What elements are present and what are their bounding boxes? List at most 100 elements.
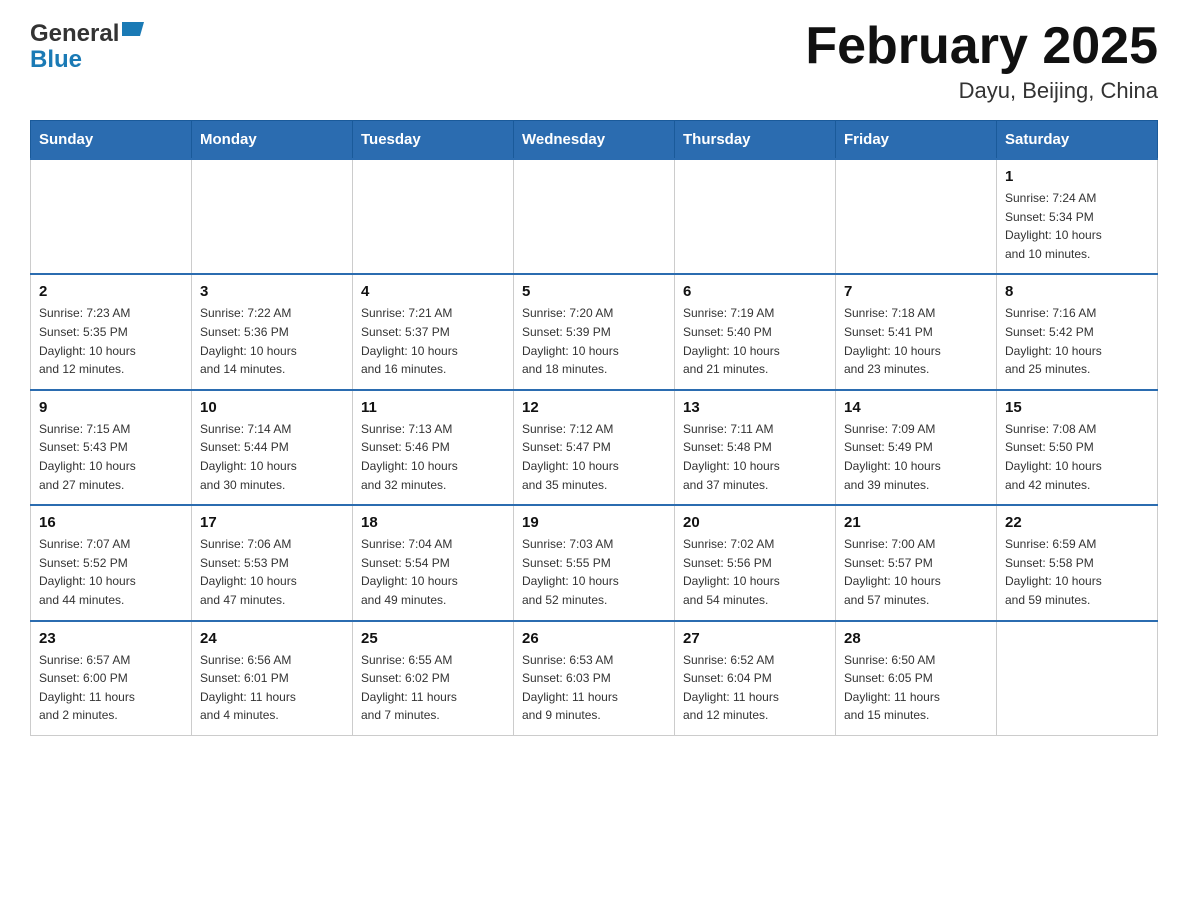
day-number: 13	[683, 399, 827, 416]
day-info: Sunrise: 7:02 AMSunset: 5:56 PMDaylight:…	[683, 535, 827, 609]
day-number: 4	[361, 283, 505, 300]
calendar-cell: 15 Sunrise: 7:08 AMSunset: 5:50 PMDayligh…	[997, 390, 1158, 505]
day-number: 19	[522, 514, 666, 531]
calendar-cell	[514, 159, 675, 274]
day-number: 1	[1005, 168, 1149, 185]
calendar-title: February 2025	[805, 20, 1158, 72]
day-info: Sunrise: 7:07 AMSunset: 5:52 PMDaylight:…	[39, 535, 183, 609]
day-number: 6	[683, 283, 827, 300]
calendar-cell: 6 Sunrise: 7:19 AMSunset: 5:40 PMDaylight…	[675, 274, 836, 389]
day-number: 9	[39, 399, 183, 416]
day-number: 14	[844, 399, 988, 416]
day-info: Sunrise: 7:18 AMSunset: 5:41 PMDaylight:…	[844, 304, 988, 378]
day-number: 10	[200, 399, 344, 416]
day-info: Sunrise: 7:22 AMSunset: 5:36 PMDaylight:…	[200, 304, 344, 378]
day-number: 11	[361, 399, 505, 416]
logo-general-text: General	[30, 20, 119, 48]
calendar-cell: 4Sunrise: 7:21 AMSunset: 5:37 PMDaylight…	[353, 274, 514, 389]
day-info: Sunrise: 7:09 AMSunset: 5:49 PMDaylight:…	[844, 420, 988, 494]
weekday-header-friday: Friday	[836, 121, 997, 160]
calendar-table: SundayMondayTuesdayWednesdayThursdayFrid…	[30, 120, 1158, 736]
calendar-week-2: 2Sunrise: 7:23 AMSunset: 5:35 PMDaylight…	[31, 274, 1158, 389]
day-info: Sunrise: 7:03 AMSunset: 5:55 PMDaylight:…	[522, 535, 666, 609]
weekday-header-saturday: Saturday	[997, 121, 1158, 160]
day-number: 21	[844, 514, 988, 531]
day-number: 12	[522, 399, 666, 416]
day-number: 24	[200, 630, 344, 647]
calendar-week-1: 1 Sunrise: 7:24 AMSunset: 5:34 PMDaylight…	[31, 159, 1158, 274]
calendar-cell: 23 Sunrise: 6:57 AMSunset: 6:00 PMDayligh…	[31, 621, 192, 736]
day-info: Sunrise: 7:04 AMSunset: 5:54 PMDaylight:…	[361, 535, 505, 609]
calendar-cell	[192, 159, 353, 274]
calendar-cell: 11 Sunrise: 7:13 AMSunset: 5:46 PMDayligh…	[353, 390, 514, 505]
calendar-cell	[675, 159, 836, 274]
calendar-cell: 3 Sunrise: 7:22 AMSunset: 5:36 PMDaylight…	[192, 274, 353, 389]
weekday-header-sunday: Sunday	[31, 121, 192, 160]
calendar-cell: 27Sunrise: 6:52 AMSunset: 6:04 PMDayligh…	[675, 621, 836, 736]
calendar-cell: 2Sunrise: 7:23 AMSunset: 5:35 PMDaylight…	[31, 274, 192, 389]
calendar-cell: 24 Sunrise: 6:56 AMSunset: 6:01 PMDayligh…	[192, 621, 353, 736]
logo: General Blue	[30, 20, 144, 74]
calendar-cell: 9 Sunrise: 7:15 AMSunset: 5:43 PMDaylight…	[31, 390, 192, 505]
calendar-cell: 8 Sunrise: 7:16 AMSunset: 5:42 PMDaylight…	[997, 274, 1158, 389]
day-info: Sunrise: 6:50 AMSunset: 6:05 PMDaylight:…	[844, 651, 988, 725]
day-info: Sunrise: 7:16 AMSunset: 5:42 PMDaylight:…	[1005, 304, 1149, 378]
day-number: 7	[844, 283, 988, 300]
logo-flag-icon	[122, 22, 144, 47]
day-info: Sunrise: 6:56 AMSunset: 6:01 PMDaylight:…	[200, 651, 344, 725]
day-number: 23	[39, 630, 183, 647]
calendar-cell: 22 Sunrise: 6:59 AMSunset: 5:58 PMDayligh…	[997, 505, 1158, 620]
day-info: Sunrise: 6:59 AMSunset: 5:58 PMDaylight:…	[1005, 535, 1149, 609]
calendar-cell: 1 Sunrise: 7:24 AMSunset: 5:34 PMDaylight…	[997, 159, 1158, 274]
calendar-body: 1 Sunrise: 7:24 AMSunset: 5:34 PMDaylight…	[31, 159, 1158, 735]
day-number: 15	[1005, 399, 1149, 416]
weekday-header-monday: Monday	[192, 121, 353, 160]
day-info: Sunrise: 7:19 AMSunset: 5:40 PMDaylight:…	[683, 304, 827, 378]
logo-blue-text: Blue	[30, 46, 82, 73]
day-info: Sunrise: 6:53 AMSunset: 6:03 PMDaylight:…	[522, 651, 666, 725]
calendar-cell: 16Sunrise: 7:07 AMSunset: 5:52 PMDayligh…	[31, 505, 192, 620]
calendar-week-4: 16Sunrise: 7:07 AMSunset: 5:52 PMDayligh…	[31, 505, 1158, 620]
calendar-cell: 19 Sunrise: 7:03 AMSunset: 5:55 PMDayligh…	[514, 505, 675, 620]
day-info: Sunrise: 6:52 AMSunset: 6:04 PMDaylight:…	[683, 651, 827, 725]
calendar-cell: 25Sunrise: 6:55 AMSunset: 6:02 PMDayligh…	[353, 621, 514, 736]
calendar-cell: 5Sunrise: 7:20 AMSunset: 5:39 PMDaylight…	[514, 274, 675, 389]
day-number: 2	[39, 283, 183, 300]
day-info: Sunrise: 7:15 AMSunset: 5:43 PMDaylight:…	[39, 420, 183, 494]
day-info: Sunrise: 7:24 AMSunset: 5:34 PMDaylight:…	[1005, 189, 1149, 263]
calendar-cell: 26 Sunrise: 6:53 AMSunset: 6:03 PMDayligh…	[514, 621, 675, 736]
calendar-cell	[836, 159, 997, 274]
day-number: 20	[683, 514, 827, 531]
calendar-cell: 7 Sunrise: 7:18 AMSunset: 5:41 PMDaylight…	[836, 274, 997, 389]
calendar-cell: 13 Sunrise: 7:11 AMSunset: 5:48 PMDayligh…	[675, 390, 836, 505]
day-info: Sunrise: 7:12 AMSunset: 5:47 PMDaylight:…	[522, 420, 666, 494]
day-info: Sunrise: 7:11 AMSunset: 5:48 PMDaylight:…	[683, 420, 827, 494]
calendar-subtitle: Dayu, Beijing, China	[805, 78, 1158, 104]
weekday-header-wednesday: Wednesday	[514, 121, 675, 160]
title-section: February 2025 Dayu, Beijing, China	[805, 20, 1158, 104]
calendar-cell	[353, 159, 514, 274]
day-number: 26	[522, 630, 666, 647]
calendar-cell: 21 Sunrise: 7:00 AMSunset: 5:57 PMDayligh…	[836, 505, 997, 620]
day-number: 8	[1005, 283, 1149, 300]
calendar-cell: 12 Sunrise: 7:12 AMSunset: 5:47 PMDayligh…	[514, 390, 675, 505]
weekday-header-thursday: Thursday	[675, 121, 836, 160]
day-number: 18	[361, 514, 505, 531]
calendar-week-3: 9 Sunrise: 7:15 AMSunset: 5:43 PMDaylight…	[31, 390, 1158, 505]
day-info: Sunrise: 6:55 AMSunset: 6:02 PMDaylight:…	[361, 651, 505, 725]
day-number: 5	[522, 283, 666, 300]
day-info: Sunrise: 7:14 AMSunset: 5:44 PMDaylight:…	[200, 420, 344, 494]
day-info: Sunrise: 6:57 AMSunset: 6:00 PMDaylight:…	[39, 651, 183, 725]
day-info: Sunrise: 7:00 AMSunset: 5:57 PMDaylight:…	[844, 535, 988, 609]
weekday-header-tuesday: Tuesday	[353, 121, 514, 160]
calendar-cell: 10 Sunrise: 7:14 AMSunset: 5:44 PMDayligh…	[192, 390, 353, 505]
day-number: 3	[200, 283, 344, 300]
day-info: Sunrise: 7:08 AMSunset: 5:50 PMDaylight:…	[1005, 420, 1149, 494]
calendar-header: SundayMondayTuesdayWednesdayThursdayFrid…	[31, 121, 1158, 160]
weekday-header-row: SundayMondayTuesdayWednesdayThursdayFrid…	[31, 121, 1158, 160]
calendar-cell: 20 Sunrise: 7:02 AMSunset: 5:56 PMDayligh…	[675, 505, 836, 620]
calendar-cell	[997, 621, 1158, 736]
day-info: Sunrise: 7:13 AMSunset: 5:46 PMDaylight:…	[361, 420, 505, 494]
day-number: 22	[1005, 514, 1149, 531]
calendar-cell: 14 Sunrise: 7:09 AMSunset: 5:49 PMDayligh…	[836, 390, 997, 505]
